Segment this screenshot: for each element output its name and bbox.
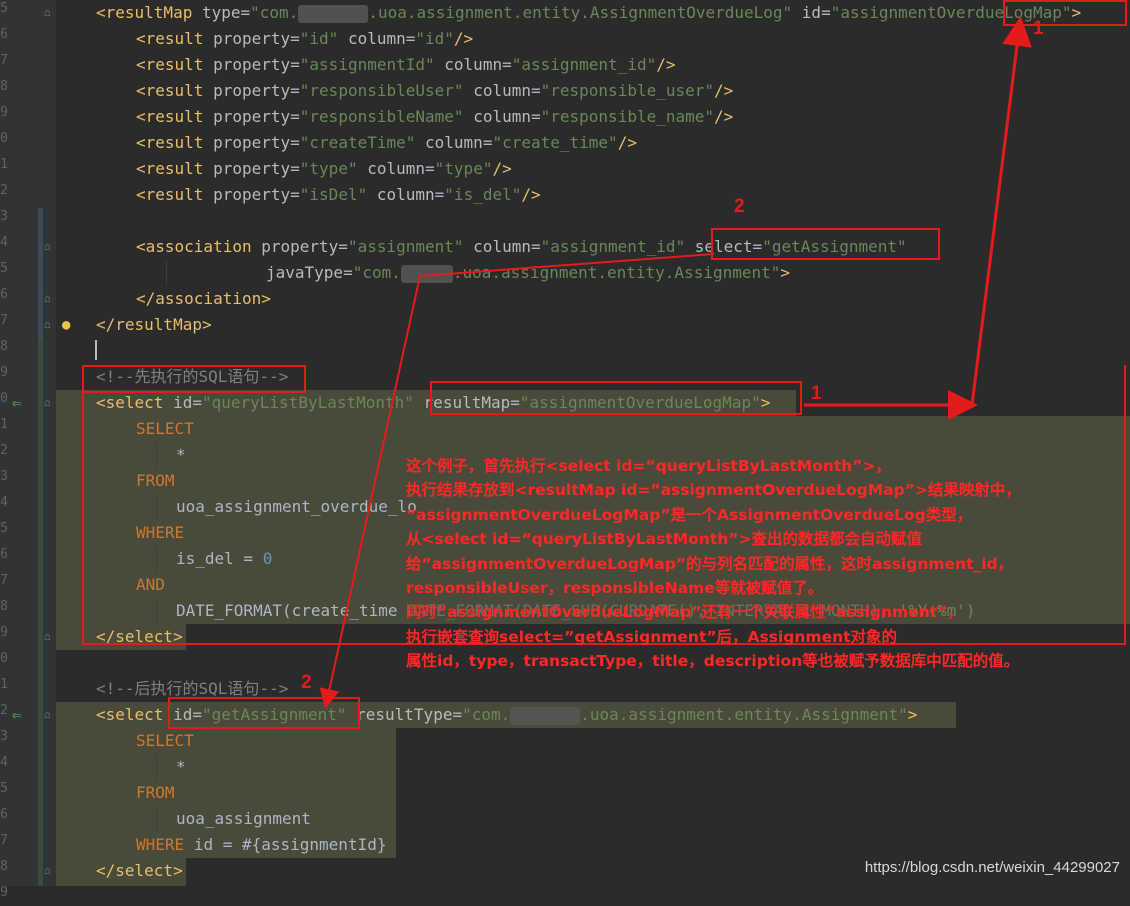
annotation-number: 2	[734, 196, 745, 217]
note-line: “assignmentOverdueLogMap”是一个AssignmentOv…	[406, 505, 973, 524]
arrow-1-vertical	[970, 16, 1032, 406]
note-line: 执行嵌套查询select=”getAssignment”后，Assignment…	[406, 627, 898, 646]
note-line: 给”assignmentOverdueLogMap”的与列名匹配的属性，这时as…	[406, 554, 1014, 573]
note-line: 从<select id=“queryListByLastMonth”>查出的数据…	[406, 530, 922, 549]
note-line: 同时”assignmentOverdueLogMap”还有一个关联属性”assi…	[406, 603, 963, 622]
explanation-note: 这个例子，首先执行<select id=“queryListByLastMont…	[406, 454, 1126, 674]
watermark: https://blog.csdn.net/weixin_44299027	[864, 859, 1120, 876]
note-line: 属性id，type，transactType，title，description…	[406, 652, 1020, 671]
annotation-number: 1	[811, 383, 822, 404]
arrow-2-top	[419, 253, 715, 277]
note-line: responsibleUser，responsibleName等就被赋值了。	[406, 578, 824, 597]
annotation-number: 2	[301, 672, 312, 693]
annotation-arrows	[319, 16, 1032, 709]
note-line: 这个例子，首先执行<select id=“queryListByLastMont…	[406, 457, 891, 475]
note-line: 执行结果存放到<resultMap id=”assignmentOverdueL…	[406, 481, 1021, 500]
annotation-number: 1	[1033, 18, 1044, 39]
